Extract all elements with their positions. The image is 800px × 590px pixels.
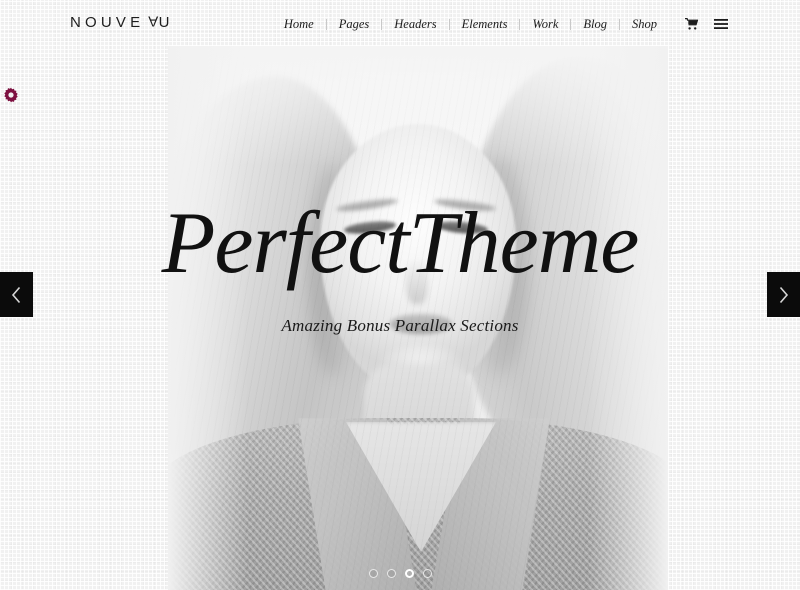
- chevron-left-icon: [11, 286, 22, 304]
- nav-item-work[interactable]: Work: [520, 17, 570, 31]
- site-logo[interactable]: NOUVEAU: [70, 12, 174, 31]
- slider-dot-4[interactable]: [422, 569, 432, 578]
- nav-item-home[interactable]: Home: [272, 17, 326, 31]
- nav-item-pages[interactable]: Pages: [327, 17, 382, 31]
- hero-slider: PerfectTheme Amazing Bonus Parallax Sect…: [0, 46, 800, 590]
- site-header: NOUVEAU Home Pages Headers Elements Work…: [0, 0, 800, 46]
- slider-dot-3[interactable]: [404, 569, 414, 578]
- main-navigation: Home Pages Headers Elements Work Blog Sh…: [272, 17, 728, 31]
- slider-dot-2[interactable]: [386, 569, 396, 578]
- nav-item-elements[interactable]: Elements: [450, 17, 520, 31]
- slider-pagination: [0, 569, 800, 578]
- nav-item-headers[interactable]: Headers: [382, 17, 448, 31]
- slider-dot-1[interactable]: [368, 569, 378, 578]
- photo-edge-fade: [168, 46, 668, 590]
- logo-inverted-a: A: [144, 12, 159, 30]
- hero-photo: [168, 46, 668, 590]
- slider-next-button[interactable]: [767, 272, 800, 317]
- nav-item-blog[interactable]: Blog: [571, 17, 619, 31]
- nav-item-shop[interactable]: Shop: [620, 17, 669, 31]
- logo-text-post: U: [158, 14, 174, 31]
- cart-icon[interactable]: [669, 18, 698, 30]
- gear-icon: [3, 87, 19, 103]
- logo-text-pre: NOUVE: [70, 14, 145, 31]
- page-root: NOUVEAU Home Pages Headers Elements Work…: [0, 0, 800, 590]
- hamburger-menu-icon[interactable]: [698, 18, 728, 30]
- chevron-right-icon: [778, 286, 789, 304]
- theme-options-toggle[interactable]: [3, 87, 19, 103]
- slider-prev-button[interactable]: [0, 272, 33, 317]
